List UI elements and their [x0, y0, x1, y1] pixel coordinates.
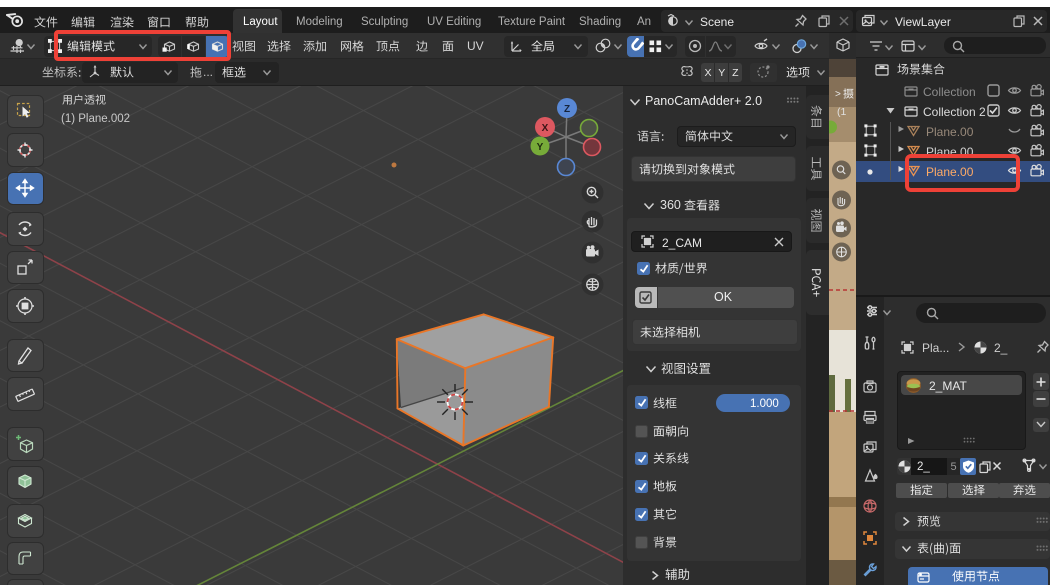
svg-text:Z: Z	[564, 104, 570, 115]
svg-text:Y: Y	[537, 142, 544, 153]
svg-text:X: X	[542, 123, 549, 134]
